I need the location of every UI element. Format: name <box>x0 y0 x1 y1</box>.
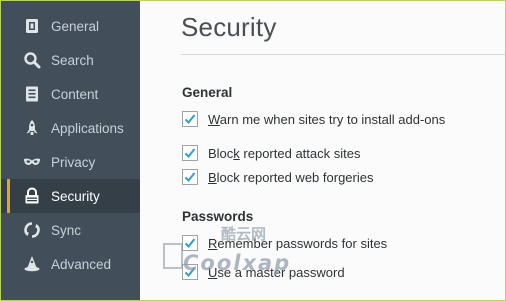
block-attack-sites-label: Block reported attack sites <box>208 145 361 161</box>
block-attack-sites-checkbox[interactable] <box>182 145 198 161</box>
sidebar-item-applications[interactable]: Applications <box>1 111 140 145</box>
sidebar-item-label: Security <box>51 188 100 204</box>
wizard-hat-icon <box>23 255 41 273</box>
sidebar-item-label: Sync <box>51 222 82 238</box>
warn-addons-checkbox-row[interactable]: Warn me when sites try to install add-on… <box>182 109 445 129</box>
sidebar-item-general[interactable]: General <box>1 9 140 43</box>
sidebar-item-label: Privacy <box>51 154 96 170</box>
sidebar-item-label: Advanced <box>51 256 112 272</box>
preferences-window: General Search Content Applications Priv… <box>0 0 506 301</box>
master-password-label: Use a master password <box>208 264 345 280</box>
block-web-forgeries-checkbox-row[interactable]: Block reported web forgeries <box>182 167 373 187</box>
remember-passwords-checkbox[interactable] <box>182 235 198 251</box>
block-web-forgeries-label: Block reported web forgeries <box>208 169 374 185</box>
warn-addons-label: Warn me when sites try to install add-on… <box>208 111 446 127</box>
page-title: Security <box>181 12 277 42</box>
section-heading-passwords: Passwords <box>182 209 254 224</box>
watermark-logo-icon <box>163 243 183 269</box>
sidebar-item-label: Content <box>51 86 99 102</box>
remember-passwords-label: Remember passwords for sites <box>208 235 388 251</box>
block-web-forgeries-checkbox[interactable] <box>182 169 198 185</box>
warn-addons-checkbox[interactable] <box>182 111 198 127</box>
title-divider <box>181 54 505 55</box>
sidebar-item-search[interactable]: Search <box>1 43 140 77</box>
sidebar: General Search Content Applications Priv… <box>1 1 140 300</box>
block-attack-sites-checkbox-row[interactable]: Block reported attack sites <box>182 143 360 163</box>
section-heading-general: General <box>182 85 233 100</box>
rocket-icon <box>23 119 41 137</box>
sidebar-item-label: Applications <box>51 120 124 136</box>
general-icon <box>23 17 41 35</box>
sidebar-item-label: Search <box>51 52 94 68</box>
sidebar-item-privacy[interactable]: Privacy <box>1 145 140 179</box>
master-password-checkbox-row[interactable]: Use a master password <box>182 262 345 282</box>
sidebar-item-content[interactable]: Content <box>1 77 140 111</box>
sidebar-item-sync[interactable]: Sync <box>1 213 140 247</box>
main-panel: Security General Warn me when sites try … <box>140 1 505 300</box>
remember-passwords-checkbox-row[interactable]: Remember passwords for sites <box>182 233 387 253</box>
content-icon <box>23 85 41 103</box>
sidebar-item-advanced[interactable]: Advanced <box>1 247 140 281</box>
master-password-checkbox[interactable] <box>182 264 198 280</box>
mask-icon <box>23 153 41 171</box>
lock-icon <box>23 187 41 205</box>
sidebar-item-security[interactable]: Security <box>1 179 140 213</box>
sidebar-item-label: General <box>51 18 100 34</box>
search-icon <box>23 51 41 69</box>
sync-icon <box>23 221 41 239</box>
